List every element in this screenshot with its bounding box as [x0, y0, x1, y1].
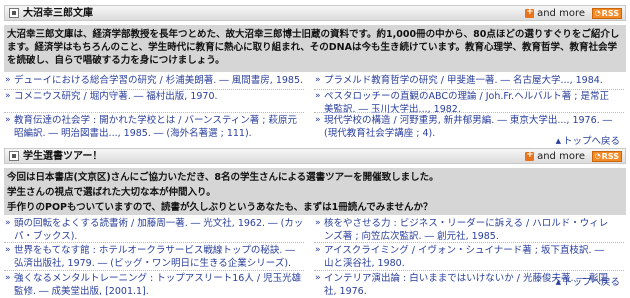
description-text: 学生さんの視点で選ばれた大切な本が仲間入り。 [7, 187, 216, 198]
description-text: 大沼幸三郎文庫は、経済学部教授を長年つとめた、故大沼幸三郎博士旧蔵の資料です。約… [7, 29, 620, 66]
book-link[interactable]: 世界をもてなす館 : ホテルオークラサービス戦線トップの秘訣. ― 弘済出版社,… [4, 244, 304, 270]
rss-label: RSS [601, 152, 619, 161]
section-student-book-tour: 学生選書ツアー！ and more ◔ RSS 今回は日本書店(文京区)さんにご… [4, 148, 626, 297]
rss-button[interactable]: ◔ RSS [591, 8, 622, 19]
rss-button[interactable]: ◔ RSS [591, 151, 622, 162]
section-bullet-icon [9, 8, 19, 18]
divider [4, 112, 304, 113]
divider [4, 270, 304, 271]
and-more-label: and more [537, 151, 585, 162]
section-bullet-icon [9, 151, 19, 161]
divider [314, 270, 624, 271]
book-link[interactable]: 核をやさせる力 : ビジネス・リーダーに訴える / ハロルド・ウィレンズ著 ; … [314, 217, 614, 243]
book-link[interactable]: プラメルド教育哲学の研究 / 甲斐進一著. ― 名古屋大学..., 1984. [314, 74, 614, 87]
section-description: 今回は日本書店(文京区)さんにご協力いただき、8名の学生さんによる選書ツアーを開… [4, 168, 626, 215]
description-text: 手作りのPOPもついていますので、読書が久しぶりというあなたも、まずは1冊読んで… [7, 202, 433, 213]
up-arrow-icon: ▲ [555, 137, 561, 145]
book-link[interactable]: アイスクライミング / イヴォン・シュイナード著 ; 坂下直枝訳. ― 山と渓谷… [314, 244, 614, 270]
description-text: 今回は日本書店(文京区)さんにご協力いただき、8名の学生さんによる選書ツアーを開… [7, 172, 439, 183]
more-plus-icon [525, 6, 535, 19]
back-to-top-label: トップへ戻る [562, 136, 620, 147]
section-title[interactable]: 大沼幸三郎文庫 [23, 7, 93, 20]
section-description: 大沼幸三郎文庫は、経済学部教授を長年つとめた、故大沼幸三郎博士旧蔵の資料です。約… [4, 25, 626, 72]
and-more-link[interactable]: and more [525, 149, 585, 163]
divider [4, 242, 304, 243]
and-more-link[interactable]: and more [525, 6, 585, 20]
and-more-label: and more [537, 8, 585, 19]
book-link[interactable]: 頭の回転をよくする読書術 / 加藤周一著. ― 光文社, 1962. ― (カッ… [4, 217, 304, 243]
book-link[interactable]: デューイにおける総合学習の研究 / 杉浦美朗著. ― 風間書房, 1985. [4, 74, 304, 87]
rss-label: RSS [601, 9, 619, 18]
divider [314, 242, 624, 243]
more-plus-icon [525, 149, 535, 162]
back-to-top-label: トップへ戻る [562, 277, 620, 288]
section-header: 大沼幸三郎文庫 and more ◔ RSS [4, 5, 626, 21]
back-to-top-link[interactable]: ▲ トップへ戻る [556, 135, 620, 148]
section-header: 学生選書ツアー！ and more ◔ RSS [4, 148, 626, 164]
section-title[interactable]: 学生選書ツアー！ [23, 150, 102, 163]
rss-icon: ◔ [594, 152, 601, 160]
book-link[interactable]: コメニウス研究 / 堀内守著. ― 福村出版, 1970. [4, 90, 304, 103]
section-onuma-library: 大沼幸三郎文庫 and more ◔ RSS 大沼幸三郎文庫は、経済学部教授を長… [4, 5, 626, 147]
book-link[interactable]: 教育伝達の社会学 : 開かれた学校とは / バーンスティン著 ; 萩原元昭編訳.… [4, 114, 304, 140]
up-arrow-icon: ▲ [555, 278, 561, 286]
rss-icon: ◔ [594, 9, 601, 17]
book-link[interactable]: 強くなるメンタルトレーニング : トップアスリート16人 / 児玉光雄監修. ―… [4, 272, 304, 298]
back-to-top-link[interactable]: ▲ トップへ戻る [556, 276, 620, 289]
divider [314, 112, 624, 113]
